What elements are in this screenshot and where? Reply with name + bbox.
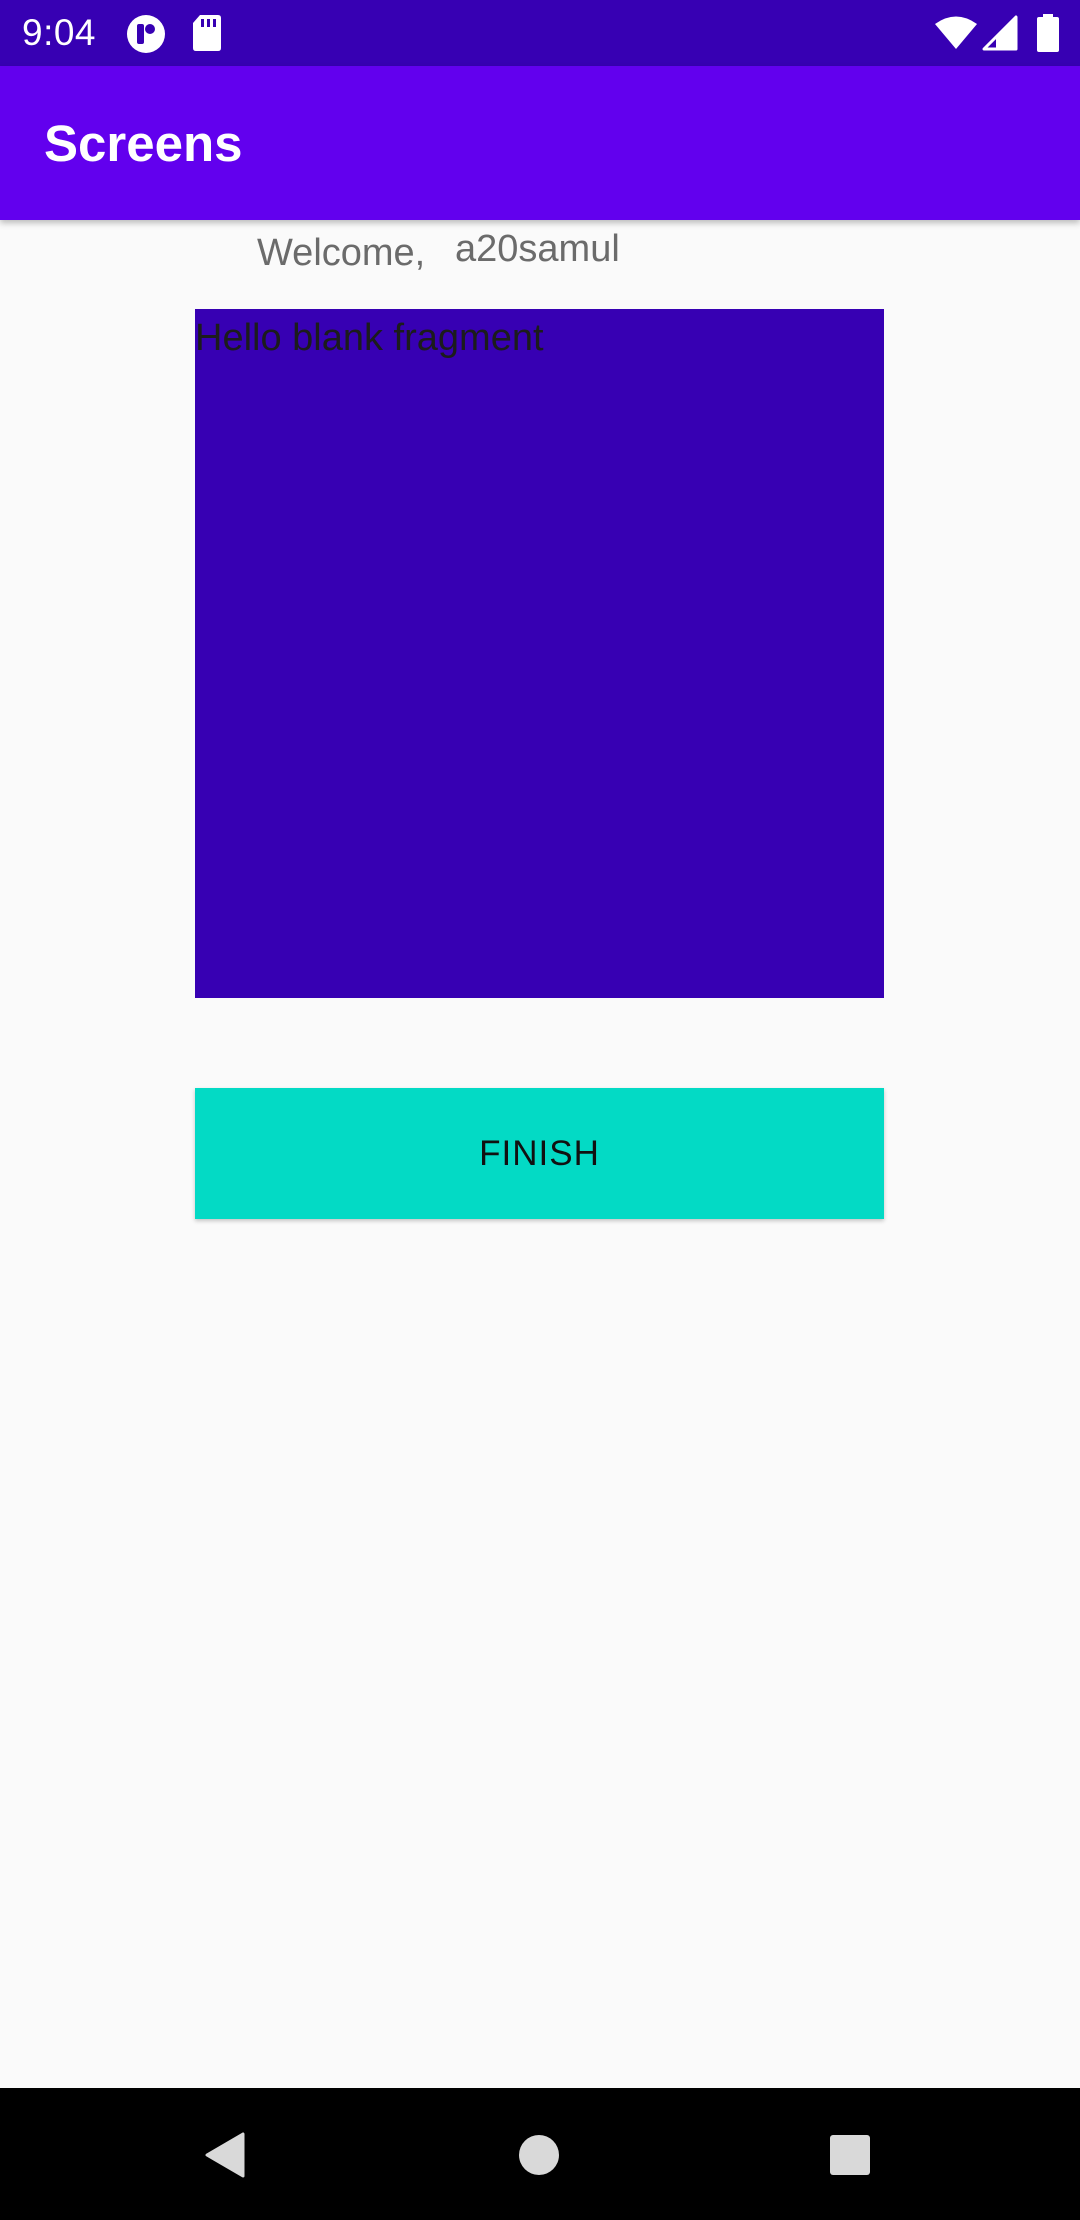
app-bar: Screens [0, 66, 1080, 220]
sd-card-icon [193, 15, 221, 51]
navigation-bar [0, 2088, 1080, 2220]
wifi-icon [935, 16, 977, 49]
finish-button[interactable]: FINISH [195, 1088, 884, 1219]
status-time: 9:04 [22, 12, 97, 53]
back-icon[interactable] [203, 2132, 247, 2178]
app-title: Screens [44, 115, 243, 172]
username-label: a20samul [455, 228, 620, 270]
status-bar: 9:04 [0, 0, 1080, 66]
signal-icon [982, 15, 1018, 51]
notification-app-icon [127, 15, 165, 53]
home-icon[interactable] [518, 2134, 560, 2176]
fragment-text: Hello blank fragment [195, 317, 544, 359]
battery-icon [1037, 14, 1059, 52]
welcome-label: Welcome, [257, 232, 426, 274]
recents-icon[interactable] [829, 2134, 871, 2176]
blank-fragment: Hello blank fragment [195, 309, 884, 998]
